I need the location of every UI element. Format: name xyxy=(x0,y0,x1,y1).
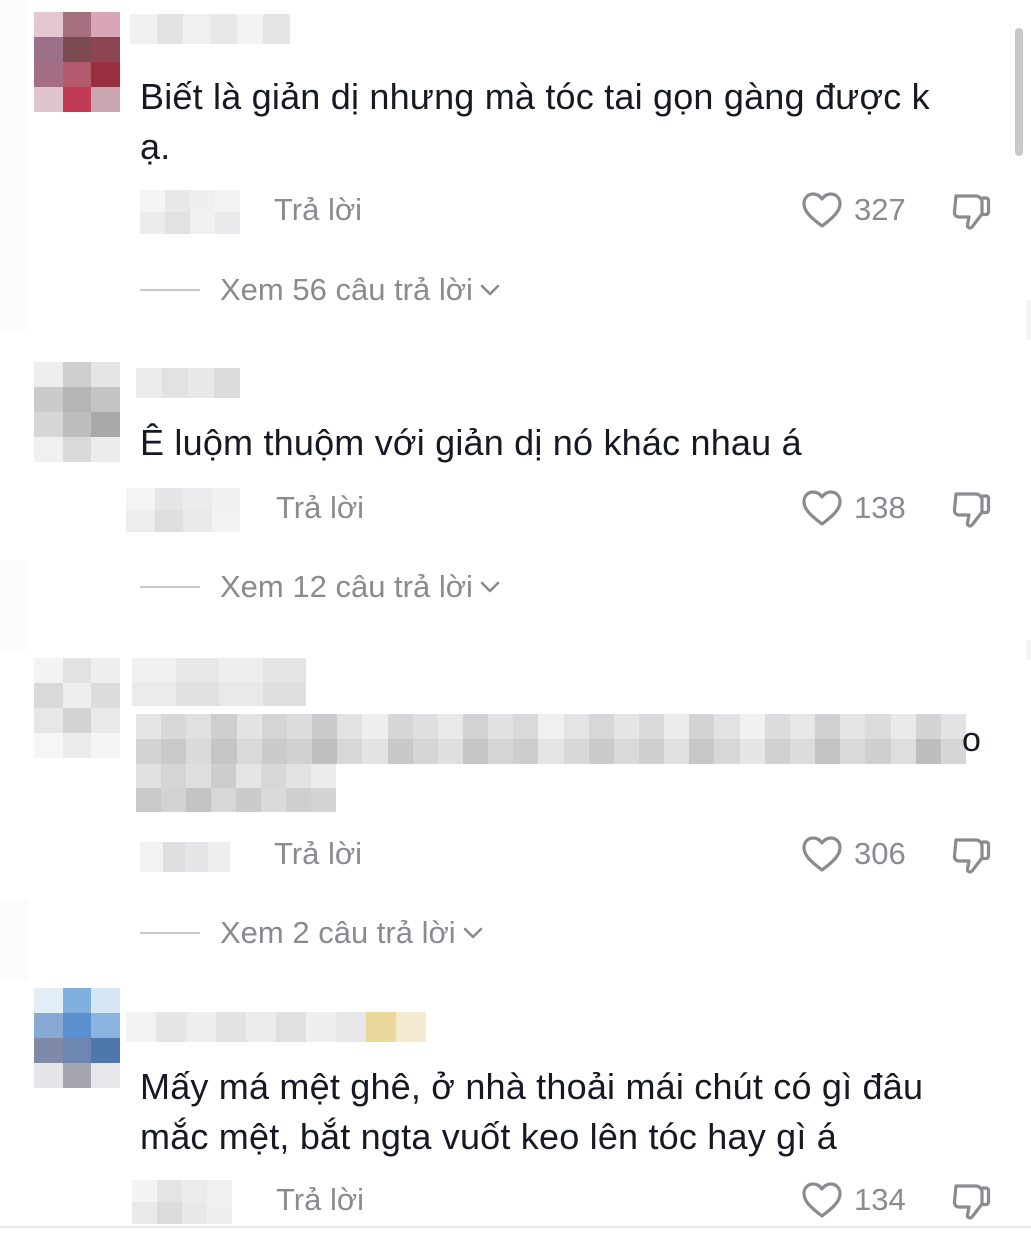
comment-text: Ê luộm thuộm với giản dị nó khác nhau á xyxy=(140,418,1000,468)
comment-text: Mấy má mệt ghê, ở nhà thoải mái chút có … xyxy=(140,1062,1000,1162)
comment-text: Biết là giản dị nhưng mà tóc tai gọn gàn… xyxy=(140,72,1000,172)
comment-item: o Trả lời 306 Xem 2 câu trả lời xyxy=(0,650,1031,980)
divider-line xyxy=(140,289,200,291)
username[interactable] xyxy=(136,368,240,398)
view-replies-label: Xem 2 câu trả lời xyxy=(220,915,456,950)
username[interactable] xyxy=(126,1012,426,1042)
comment-actions: Trả lời 306 xyxy=(0,830,1031,878)
heart-outline-icon xyxy=(802,836,842,872)
comment-item: Mấy má mệt ghê, ở nhà thoải mái chút có … xyxy=(0,986,1031,1226)
comment-text-line: Mấy má mệt ghê, ở nhà thoải mái chút có … xyxy=(140,1066,924,1107)
like-button[interactable]: 327 xyxy=(800,186,906,234)
comment-date xyxy=(132,1180,232,1224)
comment-item: Ê luộm thuộm với giản dị nó khác nhau á … xyxy=(0,340,1031,640)
reply-button[interactable]: Trả lời xyxy=(276,488,364,528)
heart-outline-icon xyxy=(802,192,842,228)
comment-actions: Trả lời 134 xyxy=(0,1176,1031,1224)
reply-button[interactable]: Trả lời xyxy=(276,1180,364,1220)
like-count: 306 xyxy=(854,836,906,871)
view-replies-button[interactable]: Xem 56 câu trả lời xyxy=(140,270,501,310)
view-replies-label: Xem 56 câu trả lời xyxy=(220,272,473,307)
divider-line xyxy=(140,586,200,588)
like-button[interactable]: 134 xyxy=(800,1176,906,1224)
thumbs-down-outline-icon[interactable] xyxy=(948,488,992,530)
chevron-down-icon xyxy=(480,284,500,296)
thumbs-down-outline-icon[interactable] xyxy=(948,1180,992,1222)
comment-text-blurred xyxy=(136,764,336,812)
like-count: 134 xyxy=(854,1182,906,1217)
comment-item: Biết là giản dị nhưng mà tóc tai gọn gàn… xyxy=(0,0,1031,330)
bottom-divider xyxy=(0,1226,1031,1228)
like-count: 138 xyxy=(854,490,906,525)
comment-actions: Trả lời 327 xyxy=(0,186,1031,234)
reply-button[interactable]: Trả lời xyxy=(274,190,362,230)
divider-line xyxy=(140,932,200,934)
heart-outline-icon xyxy=(802,490,842,526)
like-button[interactable]: 138 xyxy=(800,484,906,532)
thumbs-down-outline-icon[interactable] xyxy=(948,190,992,232)
thumbs-down-outline-icon[interactable] xyxy=(948,834,992,876)
username[interactable] xyxy=(130,14,291,44)
comment-date xyxy=(140,190,240,234)
comment-text-line: Ê luộm thuộm với giản dị nó khác nhau á xyxy=(140,422,802,463)
comment-date xyxy=(126,488,240,532)
comment-date xyxy=(140,842,230,872)
like-button[interactable]: 306 xyxy=(800,830,906,878)
view-replies-label: Xem 12 câu trả lời xyxy=(220,569,473,604)
avatar[interactable] xyxy=(34,12,120,112)
comment-text-line: ạ. xyxy=(140,126,171,167)
comment-actions: Trả lời 138 xyxy=(0,484,1031,532)
avatar[interactable] xyxy=(34,988,120,1088)
reply-button[interactable]: Trả lời xyxy=(274,834,362,874)
like-count: 327 xyxy=(854,192,906,227)
comment-text-line: Biết là giản dị nhưng mà tóc tai gọn gàn… xyxy=(140,76,930,117)
chevron-down-icon xyxy=(480,581,500,593)
heart-outline-icon xyxy=(802,1182,842,1218)
view-replies-button[interactable]: Xem 12 câu trả lời xyxy=(140,567,501,607)
chevron-down-icon xyxy=(463,927,483,939)
avatar[interactable] xyxy=(34,362,120,462)
avatar[interactable] xyxy=(34,658,120,758)
view-replies-button[interactable]: Xem 2 câu trả lời xyxy=(140,913,484,953)
comment-text-blurred xyxy=(136,714,966,764)
username[interactable] xyxy=(132,658,306,706)
comment-text-tail: o xyxy=(962,721,981,759)
comment-text-line: mắc mệt, bắt ngta vuốt keo lên tóc hay g… xyxy=(140,1116,837,1157)
